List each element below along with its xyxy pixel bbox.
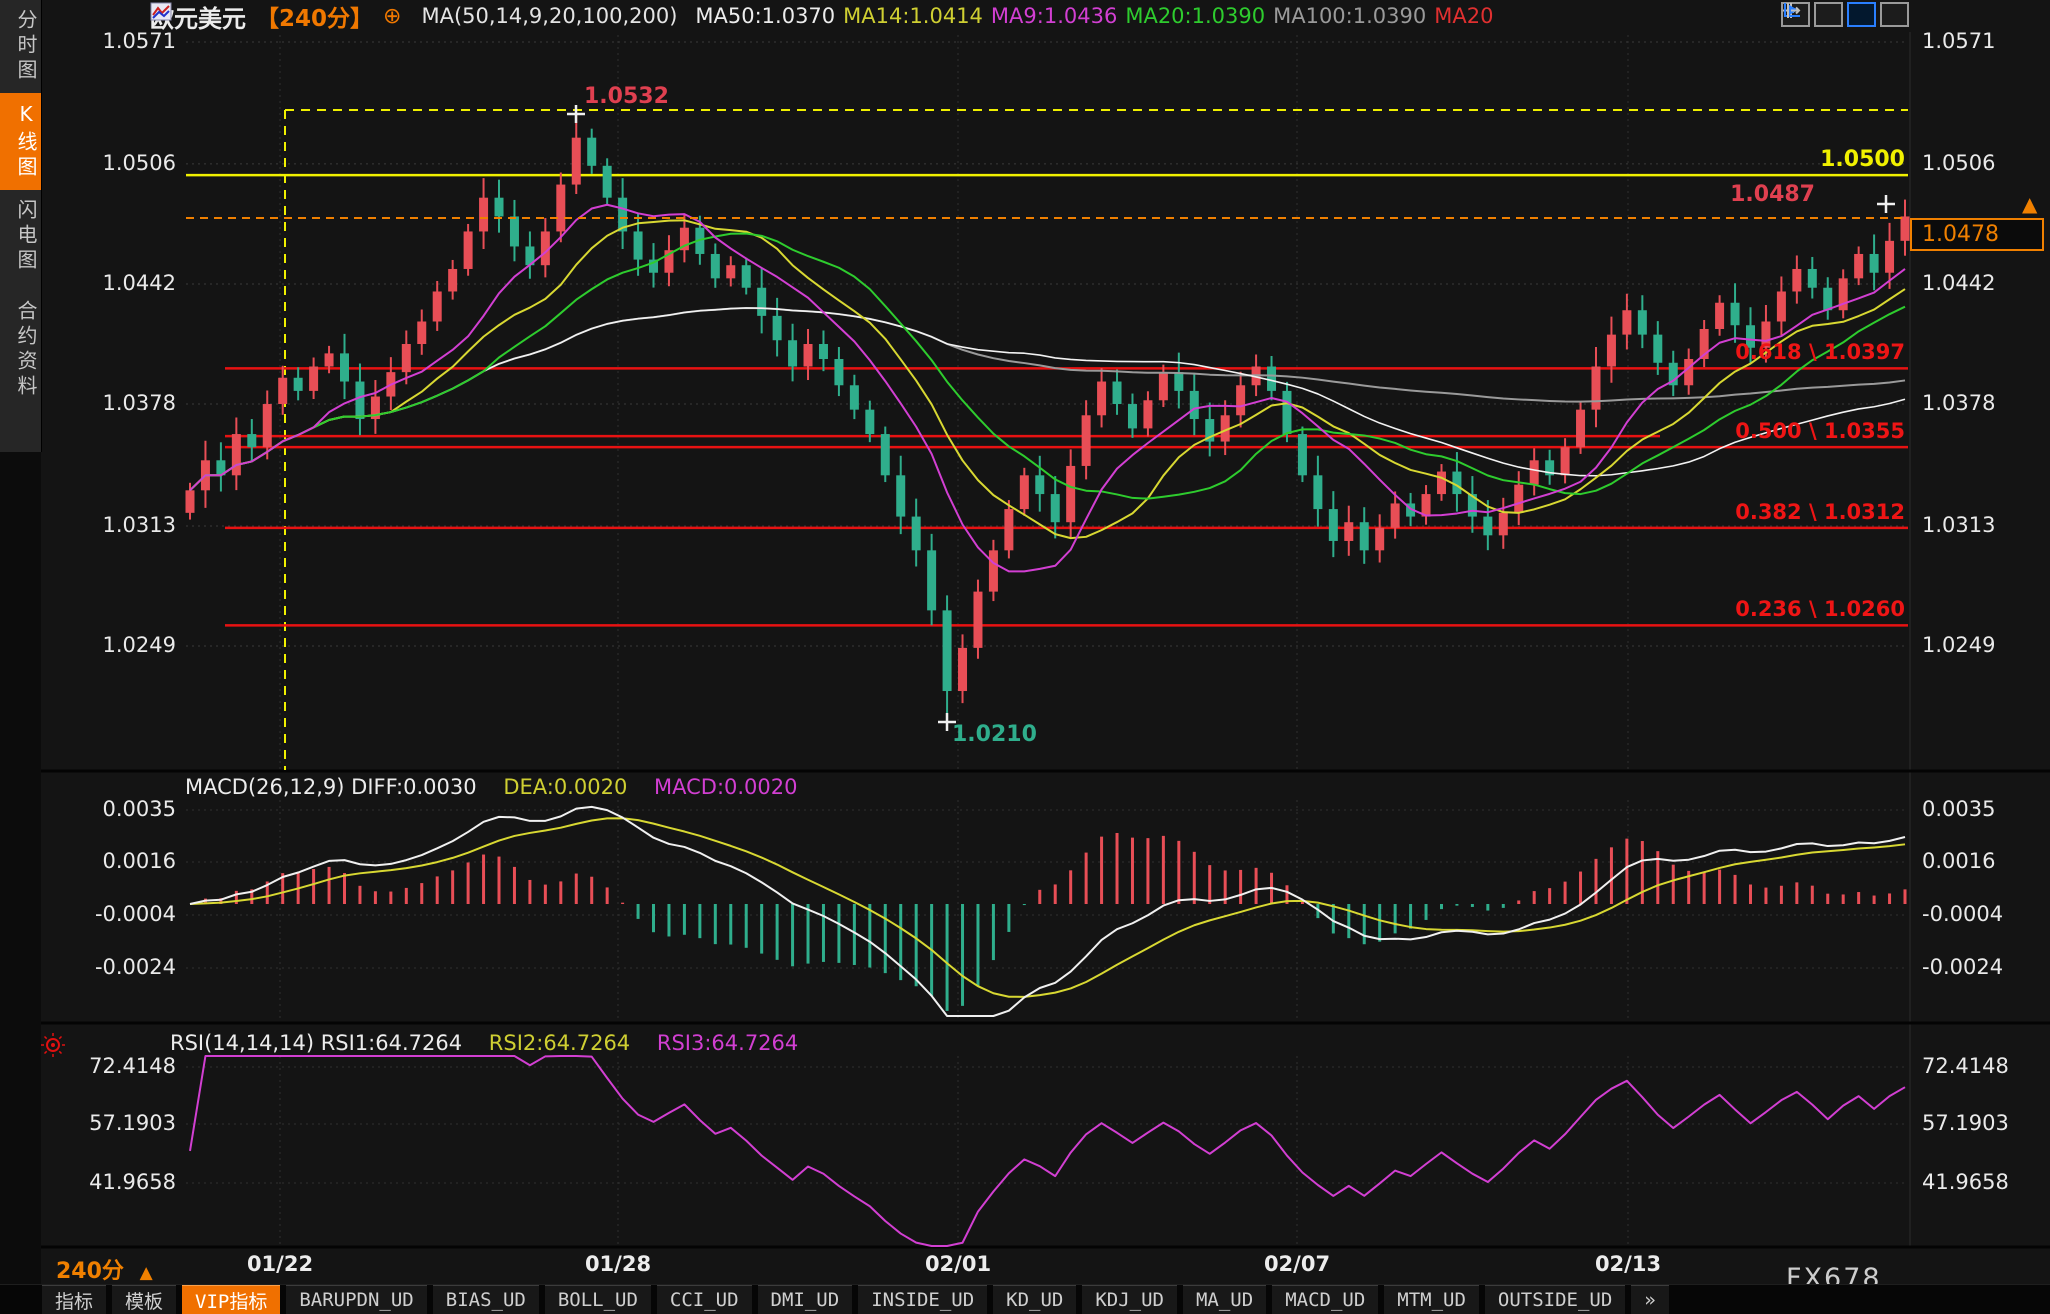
chart-app: 分时图 K线图 闪电图 合约资料 欧元美元 【240分】 ⊕ MA(50,14,… (0, 0, 2050, 1314)
macd-axis-label-right: -0.0024 (1922, 955, 2042, 979)
rsi2-value: RSI2:64.7264 (489, 1031, 630, 1055)
sidebar-lower-strip (0, 452, 41, 1284)
rsi-axis-label-left: 72.4148 (60, 1054, 176, 1078)
price-axis-label-right: 1.0506 (1922, 151, 2042, 175)
ma-value-4: MA100:1.0390 (1273, 4, 1426, 28)
ma-value-1: MA14:1.0414 (843, 4, 983, 28)
rsi-axis-label-right: 57.1903 (1922, 1111, 2042, 1135)
swing-high-label: 1.0532 (584, 84, 669, 109)
period-up-arrow-icon: ▲ (140, 1263, 153, 1283)
price-axis-label-right: 1.0442 (1922, 271, 2042, 295)
sidebar-item-timeshare[interactable]: 分时图 (0, 0, 41, 93)
date-label: 01/22 (247, 1252, 313, 1276)
axis-shift-icon[interactable] (1880, 2, 1909, 27)
price-axis-label-left: 1.0249 (88, 633, 176, 657)
macd-axis-label-right: 0.0016 (1922, 849, 2042, 873)
tab-outside-ud[interactable]: OUTSIDE_UD (1485, 1285, 1625, 1314)
rsi3-value: RSI3:64.7264 (657, 1031, 798, 1055)
price-axis-label-left: 1.0378 (88, 391, 176, 415)
tab-vip指标[interactable]: VIP指标 (182, 1285, 280, 1314)
macd-axis-label-left: 0.0016 (60, 849, 176, 873)
fib-level-label: 0.236 \ 1.0260 (1605, 597, 1905, 621)
sidebar-item-lightning[interactable]: 闪电图 (0, 190, 41, 283)
macd-axis-label-left: 0.0035 (60, 797, 176, 821)
price-axis-label-left: 1.0506 (88, 151, 176, 175)
price-axis-label-left: 1.0571 (88, 29, 176, 53)
price-axis-label-right: 1.0378 (1922, 391, 2042, 415)
macd-dea-value: DEA:0.0020 (503, 775, 627, 799)
tab-bias-ud[interactable]: BIAS_UD (433, 1285, 539, 1314)
tab-模板[interactable]: 模板 (112, 1285, 176, 1314)
sidebar-item-contract-info[interactable]: 合约资料 (0, 291, 41, 409)
price-axis-label-right: 1.0571 (1922, 29, 2042, 53)
date-label: 02/13 (1595, 1252, 1661, 1276)
fib-level-label: 0.618 \ 1.0397 (1605, 340, 1905, 364)
fib-level-label: 0.382 \ 1.0312 (1605, 500, 1905, 524)
rsi-axis-label-right: 72.4148 (1922, 1054, 2042, 1078)
recent-high-label: 1.0487 (1640, 182, 1815, 207)
yellow-level-label: 1.0500 (1745, 147, 1905, 172)
rsi-axis-label-left: 57.1903 (60, 1111, 176, 1135)
swing-low-label: 1.0210 (952, 722, 1037, 747)
alarm-circle-icon[interactable]: ⊕ (383, 4, 401, 29)
chart-header: 欧元美元 【240分】 ⊕ MA(50,14,9,20,100,200) MA5… (150, 2, 1493, 30)
ma-value-5: MA20 (1434, 4, 1493, 28)
sidebar: 分时图 K线图 闪电图 合约资料 (0, 0, 42, 452)
axes-zoom-icon-selected[interactable] (1847, 2, 1876, 27)
ma-value-0: MA50:1.0370 (695, 4, 835, 28)
rsi-axis-label-right: 41.9658 (1922, 1170, 2042, 1194)
period-label: 【240分】 (256, 0, 373, 33)
tab-指标[interactable]: 指标 (42, 1285, 106, 1314)
tab-barupdn-ud[interactable]: BARUPDN_UD (286, 1285, 426, 1314)
rsi-header: RSI(14,14,14) RSI1:64.7264 RSI2:64.7264 … (170, 1031, 818, 1055)
tab-kd-ud[interactable]: KD_UD (993, 1285, 1076, 1314)
tab-inside-ud[interactable]: INSIDE_UD (858, 1285, 987, 1314)
macd-axis-label-left: -0.0024 (60, 955, 176, 979)
tab-boll-ud[interactable]: BOLL_UD (545, 1285, 651, 1314)
ma-value-3: MA20:1.0390 (1125, 4, 1265, 28)
price-axis-label-left: 1.0313 (88, 513, 176, 537)
ma-value-2: MA9:1.0436 (991, 4, 1117, 28)
price-axis-label-right: 1.0313 (1922, 513, 2042, 537)
indicator-tabbar: 指标模板VIP指标BARUPDN_UDBIAS_UDBOLL_UDCCI_UDD… (0, 1284, 2050, 1314)
tab--[interactable]: » (1631, 1285, 1668, 1314)
current-price-box: 1.0478 (1910, 218, 2044, 251)
date-label: 02/07 (1264, 1252, 1330, 1276)
tab-kdj-ud[interactable]: KDJ_UD (1082, 1285, 1177, 1314)
macd-axis-label-left: -0.0004 (60, 902, 176, 926)
price-axis-label-left: 1.0442 (88, 271, 176, 295)
tab-mtm-ud[interactable]: MTM_UD (1384, 1285, 1479, 1314)
date-label: 02/01 (925, 1252, 991, 1276)
axes-scale-icon[interactable] (1814, 2, 1843, 27)
macd-macd-value: MACD:0.0020 (654, 775, 798, 799)
fib-level-label: 0.500 \ 1.0355 (1605, 419, 1905, 443)
tab-dmi-ud[interactable]: DMI_UD (758, 1285, 853, 1314)
tab-macd-ud[interactable]: MACD_UD (1272, 1285, 1378, 1314)
ma-settings-label: MA(50,14,9,20,100,200) (421, 4, 677, 28)
macd-header: MACD(26,12,9) DIFF:0.0030 DEA:0.0020 MAC… (185, 775, 818, 799)
sidebar-item-kline[interactable]: K线图 (0, 93, 41, 190)
rsi-axis-label-left: 41.9658 (60, 1170, 176, 1194)
macd-axis-label-right: -0.0004 (1922, 902, 2042, 926)
macd-axis-label-right: 0.0035 (1922, 797, 2042, 821)
price-up-arrow-icon: ▲ (2022, 192, 2037, 216)
macd-title: MACD(26,12,9) DIFF:0.0030 (185, 775, 477, 799)
tab-ma-ud[interactable]: MA_UD (1183, 1285, 1266, 1314)
tab-cci-ud[interactable]: CCI_UD (657, 1285, 752, 1314)
ma-values: MA50:1.0370 MA14:1.0414 MA9:1.0436 MA20:1.0… (687, 4, 1493, 28)
bottom-period-badge[interactable]: 240分 ▲ (56, 1253, 153, 1285)
rsi-title: RSI(14,14,14) RSI1:64.7264 (170, 1031, 462, 1055)
date-label: 01/28 (585, 1252, 651, 1276)
chart-toolbar (1781, 2, 1909, 27)
price-axis-label-right: 1.0249 (1922, 633, 2042, 657)
